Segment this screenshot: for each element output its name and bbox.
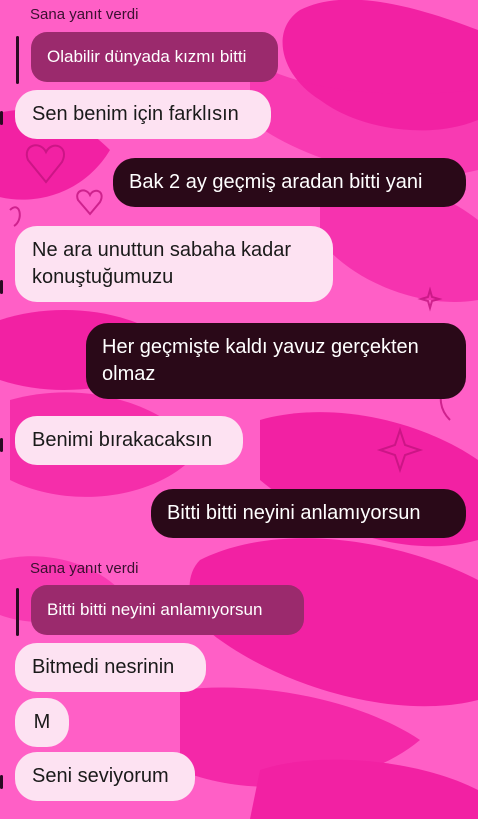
incoming-message[interactable]: Benimi bırakacaksın <box>15 416 243 465</box>
incoming-message[interactable]: Bitmedi nesrinin <box>15 643 206 692</box>
outgoing-message[interactable]: Bak 2 ay geçmiş aradan bitti yani <box>113 158 466 207</box>
incoming-message[interactable]: M <box>15 698 69 747</box>
reaction-indicator <box>0 280 3 294</box>
incoming-message[interactable]: Seni seviyorum <box>15 752 195 801</box>
incoming-message[interactable]: Sen benim için farklısın <box>15 90 271 139</box>
reply-label: Sana yanıt verdi <box>30 560 139 577</box>
reply-quote[interactable]: Olabilir dünyada kızmı bitti <box>31 32 278 82</box>
outgoing-message[interactable]: Her geçmişte kaldı yavuz gerçekten olmaz <box>86 323 466 399</box>
reaction-indicator <box>0 438 3 452</box>
reaction-indicator <box>0 111 3 125</box>
reply-quote[interactable]: Bitti bitti neyini anlamıyorsun <box>31 585 304 635</box>
outgoing-message[interactable]: Bitti bitti neyini anlamıyorsun <box>151 489 466 538</box>
reaction-indicator <box>0 775 3 789</box>
reply-label: Sana yanıt verdi <box>30 6 139 23</box>
reply-bar <box>16 588 19 636</box>
incoming-message[interactable]: Ne ara unuttun sabaha kadar konuştuğumuz… <box>15 226 333 302</box>
reply-bar <box>16 36 19 84</box>
